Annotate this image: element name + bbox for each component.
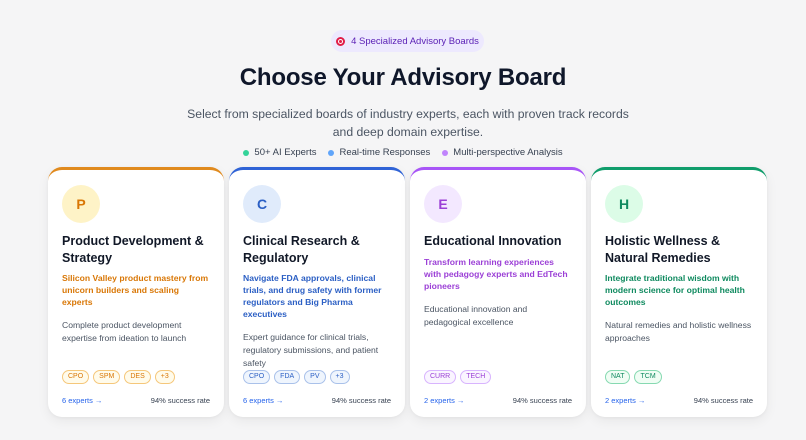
- feature-item: 50+ AI Experts: [243, 147, 316, 158]
- board-title: Product Development & Strategy: [62, 234, 204, 265]
- board-title: Holistic Wellness & Natural Remedies: [605, 234, 721, 265]
- feature-label: Multi-perspective Analysis: [453, 147, 563, 158]
- board-avatar: E: [424, 185, 462, 223]
- role-tag: PV: [304, 370, 326, 384]
- board-card-product[interactable]: P Product Development & Strategy Silicon…: [48, 167, 224, 417]
- feature-dot-icon: [328, 149, 335, 156]
- role-tag: SPM: [93, 370, 121, 384]
- board-card-wellness[interactable]: H Holistic Wellness & Natural Remedies I…: [591, 167, 767, 417]
- role-tag: TCM: [634, 370, 662, 384]
- board-title: Clinical Research & Regulatory: [243, 234, 360, 265]
- board-description: Educational innovation and pedagogical e…: [424, 303, 528, 327]
- feature-item: Multi-perspective Analysis: [442, 147, 563, 158]
- board-tags: NAT TCM: [605, 370, 662, 384]
- feature-label: Real-time Responses: [339, 147, 431, 158]
- board-cards: P Product Development & Strategy Silicon…: [48, 167, 767, 417]
- role-tag: CPO: [62, 370, 90, 384]
- board-footer: 2 experts → 94% success rate: [424, 396, 572, 405]
- board-description: Natural remedies and holistic wellness a…: [605, 320, 752, 343]
- experts-link[interactable]: 2 experts →: [605, 396, 645, 405]
- success-rate: 94% success rate: [512, 396, 572, 405]
- target-icon: [336, 36, 346, 46]
- experts-link[interactable]: 2 experts →: [424, 396, 464, 405]
- board-card-education[interactable]: E Educational Innovation Transform learn…: [410, 167, 586, 417]
- board-avatar: C: [243, 185, 281, 223]
- board-tagline: Transform learning experiences with peda…: [424, 256, 568, 291]
- more-tags-badge: +3: [154, 370, 175, 384]
- board-avatar: P: [62, 185, 100, 223]
- page-title: Choose Your Advisory Board: [239, 64, 567, 91]
- board-description: Complete product development expertise f…: [62, 320, 187, 343]
- board-description: Expert guidance for clinical trials, reg…: [243, 332, 379, 368]
- board-title: Educational Innovation: [424, 234, 562, 248]
- board-tagline: Navigate FDA approvals, clinical trials,…: [243, 273, 382, 319]
- board-footer: 2 experts → 94% success rate: [605, 396, 753, 405]
- boards-count-label: 4 Specialized Advisory Boards: [351, 35, 479, 47]
- board-card-clinical[interactable]: C Clinical Research & Regulatory Navigat…: [229, 167, 405, 417]
- board-footer: 6 experts → 94% success rate: [243, 396, 391, 405]
- board-tagline: Silicon Valley product mastery from unic…: [62, 273, 209, 307]
- board-tagline: Integrate traditional wisdom with modern…: [605, 273, 745, 307]
- role-tag: FDA: [274, 370, 301, 384]
- boards-count-badge: 4 Specialized Advisory Boards: [331, 30, 484, 52]
- feature-item: Real-time Responses: [328, 147, 430, 158]
- role-tag: CPO: [243, 370, 271, 384]
- more-tags-badge: +3: [329, 370, 350, 384]
- feature-label: 50+ AI Experts: [254, 147, 317, 158]
- page-subtitle: Select from specialized boards of indust…: [187, 107, 629, 139]
- role-tag: CURR: [424, 370, 457, 384]
- board-avatar: H: [605, 185, 643, 223]
- success-rate: 94% success rate: [331, 396, 391, 405]
- feature-list: 50+ AI Experts Real-time Responses Multi…: [0, 147, 806, 158]
- board-footer: 6 experts → 94% success rate: [62, 396, 210, 405]
- role-tag: DES: [124, 370, 151, 384]
- feature-dot-icon: [442, 149, 449, 156]
- success-rate: 94% success rate: [693, 396, 753, 405]
- board-tags: CPO SPM DES +3: [62, 370, 175, 384]
- success-rate: 94% success rate: [150, 396, 210, 405]
- role-tag: NAT: [605, 370, 631, 384]
- experts-link[interactable]: 6 experts →: [62, 396, 102, 405]
- feature-dot-icon: [243, 149, 250, 156]
- board-tags: CPO FDA PV +3: [243, 370, 350, 384]
- board-tags: CURR TECH: [424, 370, 492, 384]
- role-tag: TECH: [460, 370, 492, 384]
- experts-link[interactable]: 6 experts →: [243, 396, 283, 405]
